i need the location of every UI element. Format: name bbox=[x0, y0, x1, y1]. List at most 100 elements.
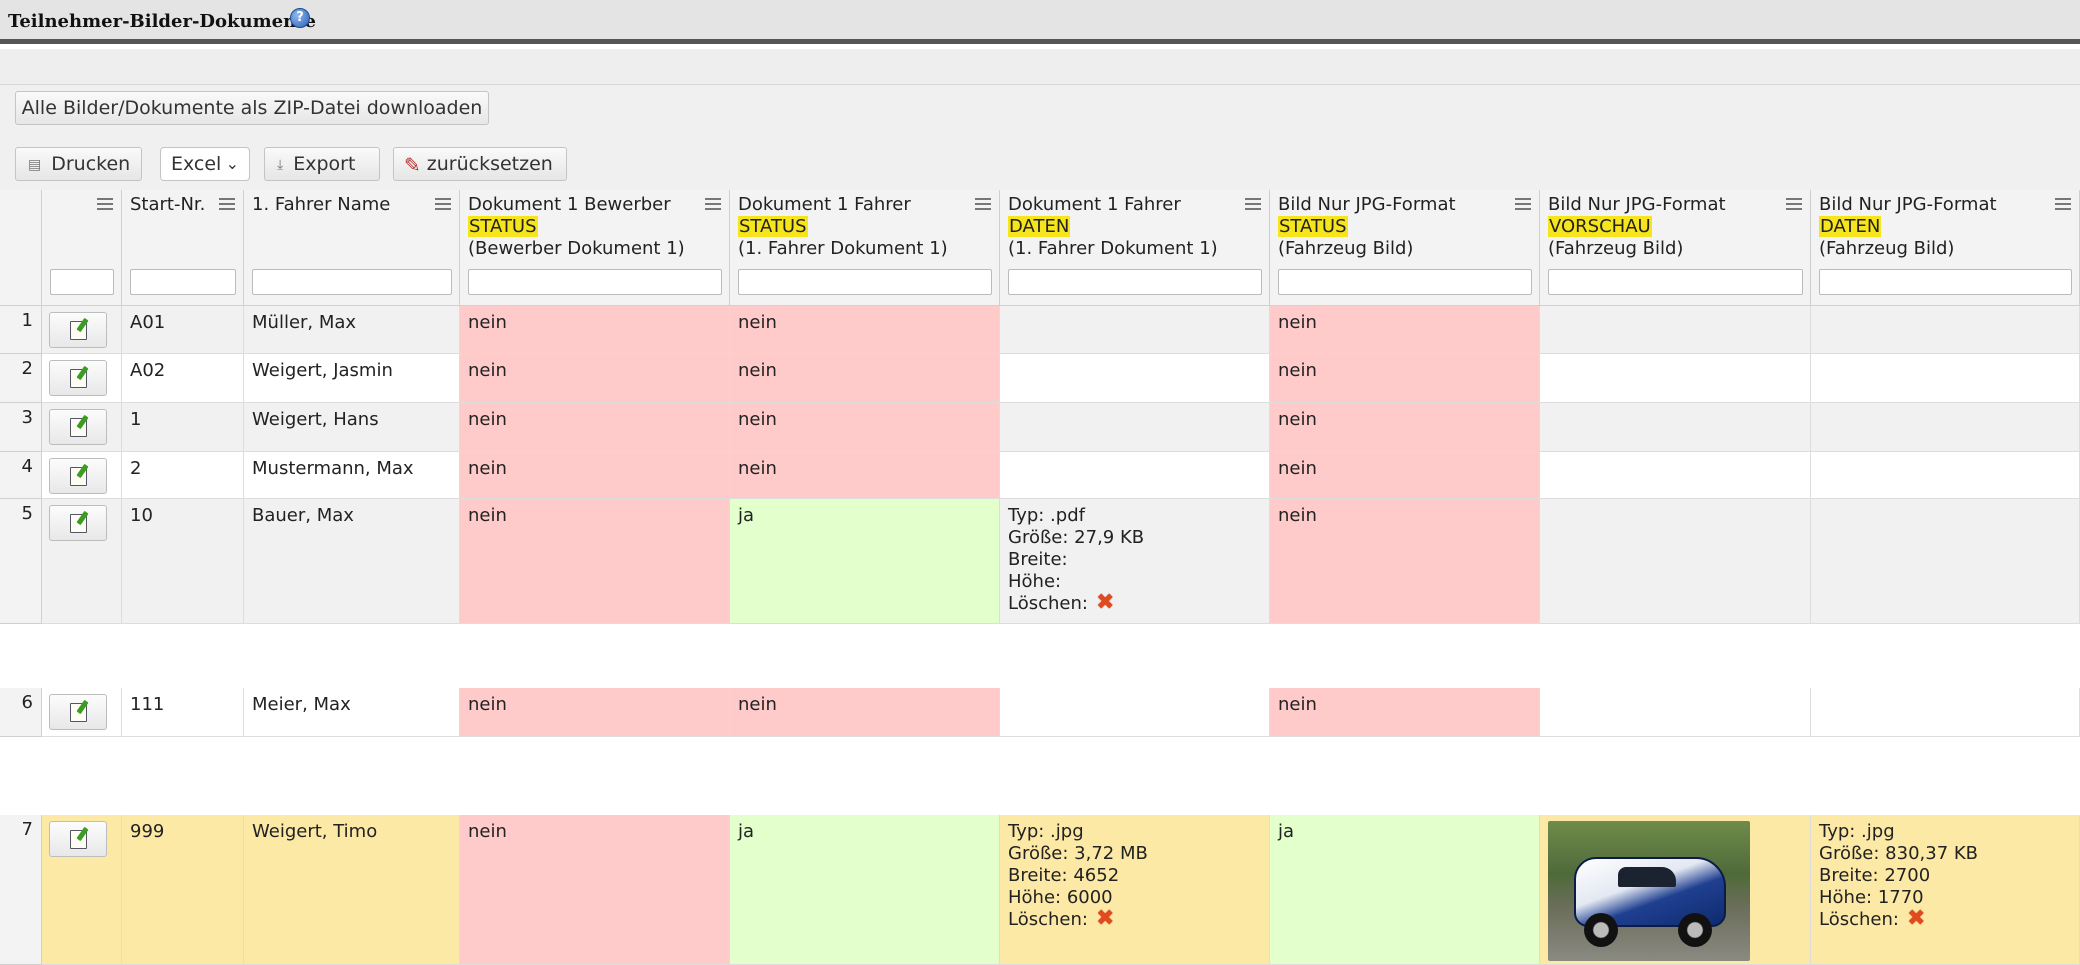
column-menu-icon[interactable] bbox=[2055, 198, 2071, 210]
file-info-line: Typ: .jpg bbox=[1819, 821, 2071, 843]
edit-button[interactable] bbox=[49, 505, 107, 541]
column-filter-input[interactable] bbox=[130, 269, 236, 295]
download-zip-button[interactable]: Alle Bilder/Dokumente als ZIP-Datei down… bbox=[15, 91, 489, 125]
column-filter-input[interactable] bbox=[1819, 269, 2072, 295]
column-filter-input[interactable] bbox=[252, 269, 452, 295]
edit-cell bbox=[42, 403, 122, 452]
edit-cell bbox=[42, 354, 122, 403]
column-title: Start-Nr. bbox=[130, 194, 206, 215]
status-text: nein bbox=[468, 505, 507, 526]
column-menu-icon[interactable] bbox=[435, 198, 451, 210]
status-text: nein bbox=[738, 360, 777, 381]
driver-name: Weigert, Hans bbox=[252, 409, 379, 430]
edit-button[interactable] bbox=[49, 409, 107, 445]
doc-fahrer-status-cell: ja bbox=[730, 499, 1000, 624]
driver-name-cell: Müller, Max bbox=[244, 306, 460, 354]
print-button[interactable]: ▤ Drucken bbox=[15, 147, 142, 181]
reset-filter-button[interactable]: ✎ zurücksetzen bbox=[393, 147, 567, 181]
bild-preview-cell bbox=[1540, 499, 1811, 624]
column-header bbox=[42, 190, 122, 306]
column-menu-icon[interactable] bbox=[1786, 198, 1802, 210]
vehicle-photo[interactable] bbox=[1548, 821, 1750, 961]
doc-fahrer-daten-cell bbox=[1000, 354, 1270, 403]
column-menu-icon[interactable] bbox=[705, 198, 721, 210]
driver-name: Bauer, Max bbox=[252, 505, 354, 526]
column-header bbox=[0, 190, 42, 306]
bild-preview-cell bbox=[1540, 688, 1811, 737]
start-nr-cell: 111 bbox=[122, 688, 244, 737]
edit-button[interactable] bbox=[49, 312, 107, 348]
row-number-label: 7 bbox=[21, 819, 33, 840]
bild-preview-cell bbox=[1540, 306, 1811, 354]
file-info-text: Breite: bbox=[1008, 549, 1068, 570]
bild-daten-cell bbox=[1811, 688, 2080, 737]
edit-cell bbox=[42, 306, 122, 354]
column-header: Start-Nr. bbox=[122, 190, 244, 306]
bild-status-cell: nein bbox=[1270, 354, 1540, 403]
file-info-line: Breite: 4652 bbox=[1008, 865, 1261, 887]
row-number-label: 4 bbox=[21, 456, 33, 477]
column-menu-icon[interactable] bbox=[975, 198, 991, 210]
driver-name-cell: Mustermann, Max bbox=[244, 452, 460, 499]
row-number-label: 3 bbox=[21, 407, 33, 428]
delete-icon[interactable]: ✖ bbox=[1907, 908, 1925, 930]
edit-button[interactable] bbox=[49, 360, 107, 396]
delete-icon[interactable]: ✖ bbox=[1096, 908, 1114, 930]
driver-name: Weigert, Timo bbox=[252, 821, 378, 842]
edit-button[interactable] bbox=[49, 694, 107, 730]
doc-bewerber-status-cell: nein bbox=[460, 499, 730, 624]
status-text: nein bbox=[1278, 458, 1317, 479]
column-menu-icon[interactable] bbox=[97, 198, 113, 210]
column-filter-input[interactable] bbox=[738, 269, 992, 295]
file-info-text: Breite: 4652 bbox=[1008, 865, 1120, 886]
column-subtitle-highlight: DATEN bbox=[1008, 216, 1071, 237]
column-title: Bild Nur JPG-Format bbox=[1819, 194, 1997, 215]
column-filter-input[interactable] bbox=[1548, 269, 1803, 295]
download-icon: ⤓ bbox=[277, 156, 284, 173]
edit-button[interactable] bbox=[49, 821, 107, 857]
doc-fahrer-daten-cell: Typ: .jpg Größe: 3,72 MB Breite: 4652 Höhe:… bbox=[1000, 815, 1270, 965]
format-select[interactable]: Excel ⌄ bbox=[160, 147, 250, 181]
column-header: Bild Nur JPG-Format DATEN (Fahrzeug Bild) bbox=[1811, 190, 2080, 306]
reset-label: zurücksetzen bbox=[426, 153, 553, 175]
column-filter-input[interactable] bbox=[50, 269, 114, 295]
file-info-line: Größe: 830,37 KB bbox=[1819, 843, 2071, 865]
export-button[interactable]: ⤓ Export bbox=[264, 147, 380, 181]
column-header: 1. Fahrer Name bbox=[244, 190, 460, 306]
doc-fahrer-daten-cell bbox=[1000, 306, 1270, 354]
status-text: ja bbox=[738, 821, 755, 842]
column-subtitle-highlight: STATUS bbox=[738, 216, 808, 237]
column-title: Dokument 1 Bewerber bbox=[468, 194, 671, 215]
help-icon[interactable]: ? bbox=[290, 8, 310, 28]
bild-preview-cell bbox=[1540, 354, 1811, 403]
doc-bewerber-status-cell: nein bbox=[460, 354, 730, 403]
column-menu-icon[interactable] bbox=[1245, 198, 1261, 210]
doc-fahrer-status-cell: nein bbox=[730, 452, 1000, 499]
row-number-label: 2 bbox=[21, 358, 33, 379]
bild-preview-cell bbox=[1540, 452, 1811, 499]
start-nr-cell: 1 bbox=[122, 403, 244, 452]
bild-preview-cell bbox=[1540, 815, 1811, 965]
file-info-text: Löschen: bbox=[1819, 909, 1899, 930]
column-source: (Fahrzeug Bild) bbox=[1819, 238, 1955, 259]
column-filter-input[interactable] bbox=[1278, 269, 1532, 295]
delete-icon[interactable]: ✖ bbox=[1096, 592, 1114, 614]
driver-name: Weigert, Jasmin bbox=[252, 360, 393, 381]
column-filter-input[interactable] bbox=[468, 269, 722, 295]
start-nr: A01 bbox=[130, 312, 166, 333]
bild-status-cell: nein bbox=[1270, 688, 1540, 737]
edit-cell bbox=[42, 499, 122, 624]
edit-cell bbox=[42, 452, 122, 499]
status-text: ja bbox=[1278, 821, 1295, 842]
edit-button[interactable] bbox=[49, 458, 107, 494]
column-menu-icon[interactable] bbox=[1515, 198, 1531, 210]
bild-status-cell: ja bbox=[1270, 815, 1540, 965]
status-text: nein bbox=[1278, 505, 1317, 526]
start-nr: 111 bbox=[130, 694, 165, 715]
column-source: (Fahrzeug Bild) bbox=[1278, 238, 1414, 259]
status-text: nein bbox=[468, 458, 507, 479]
row-number-label: 1 bbox=[21, 310, 33, 331]
column-filter-input[interactable] bbox=[1008, 269, 1262, 295]
column-menu-icon[interactable] bbox=[219, 198, 235, 210]
empty-strip bbox=[0, 49, 2080, 85]
